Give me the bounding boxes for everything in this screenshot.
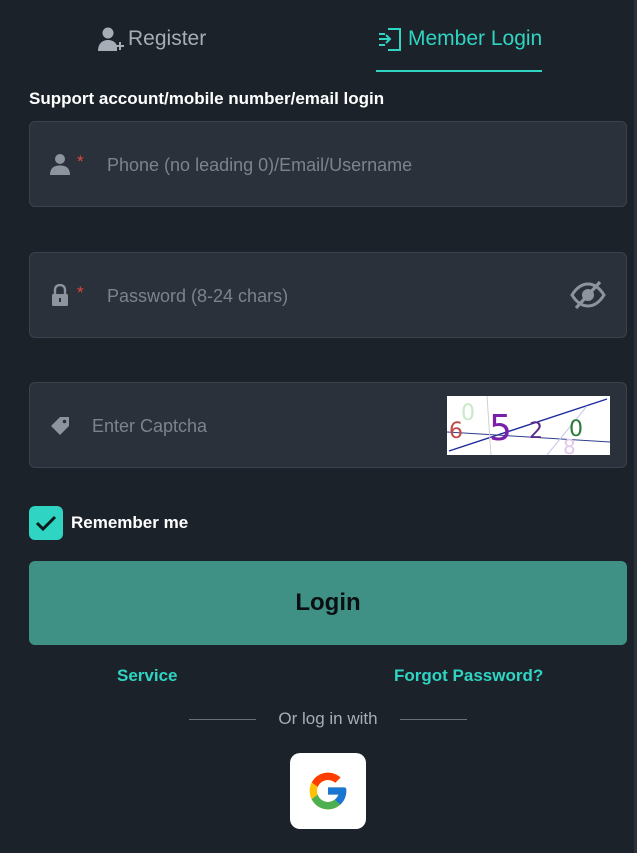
tab-register-label: Register xyxy=(128,27,207,50)
captcha-graphic: 6 0 5 2 0 8 xyxy=(447,396,610,455)
forgot-password-link[interactable]: Forgot Password? xyxy=(394,666,543,686)
user-icon xyxy=(50,154,70,175)
captcha-char: 5 xyxy=(489,408,512,449)
password-field: * xyxy=(29,252,627,339)
captcha-field: 6 0 5 2 0 8 xyxy=(29,382,627,469)
login-subtitle: Support account/mobile number/email logi… xyxy=(29,89,385,108)
captcha-char: 8 xyxy=(563,435,576,455)
divider-line-right xyxy=(399,718,467,720)
password-required-mark: * xyxy=(77,283,84,302)
tab-member-login[interactable]: Member Login xyxy=(376,24,543,72)
login-door-icon xyxy=(379,28,401,51)
divider-text: Or log in with xyxy=(278,709,378,728)
google-icon xyxy=(309,772,347,810)
captcha-image[interactable]: 6 0 5 2 0 8 xyxy=(447,396,610,455)
tab-member-login-label: Member Login xyxy=(408,27,543,50)
username-required-mark: * xyxy=(77,152,84,171)
google-login-button[interactable] xyxy=(290,753,366,829)
auth-tabs: Register Member Login xyxy=(0,0,634,72)
login-page: Register Member Login Support account/mo… xyxy=(0,0,637,853)
social-divider: Or log in with xyxy=(189,708,467,730)
captcha-input[interactable] xyxy=(90,383,436,469)
password-input[interactable] xyxy=(105,253,566,339)
remember-checkbox[interactable] xyxy=(29,506,63,540)
tab-register[interactable]: Register xyxy=(96,24,206,72)
eye-off-icon[interactable] xyxy=(570,279,606,311)
captcha-char: 0 xyxy=(461,401,475,426)
login-button[interactable]: Login xyxy=(29,561,627,645)
service-link[interactable]: Service xyxy=(117,666,178,686)
remember-label: Remember me xyxy=(71,513,189,532)
lock-icon xyxy=(52,284,68,306)
captcha-char: 2 xyxy=(529,419,543,444)
user-plus-icon xyxy=(98,27,124,51)
tag-icon xyxy=(51,417,69,435)
remember-me[interactable]: Remember me xyxy=(29,506,188,540)
username-input[interactable] xyxy=(105,122,566,208)
username-field: * xyxy=(29,121,627,208)
checkmark-icon xyxy=(35,515,57,532)
divider-line-left xyxy=(189,718,256,720)
